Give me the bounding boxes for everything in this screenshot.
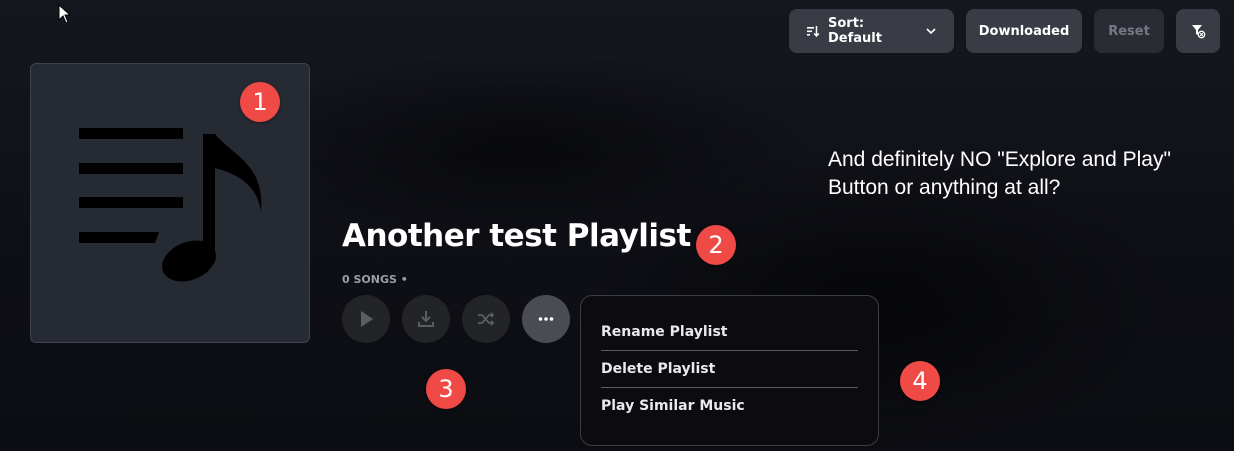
mouse-cursor-icon — [58, 4, 72, 24]
more-horizontal-icon — [538, 317, 554, 321]
playlist-song-count: 0 SONGS • — [342, 273, 408, 286]
downloaded-button[interactable]: Downloaded — [966, 9, 1082, 53]
reset-button[interactable]: Reset — [1094, 9, 1164, 53]
play-button[interactable] — [342, 295, 390, 343]
menu-item-rename-playlist[interactable]: Rename Playlist — [601, 314, 858, 351]
chevron-down-icon — [925, 25, 937, 37]
annotation-note: And definitely NO "Explore and Play" But… — [828, 148, 1171, 199]
filter-reset-icon — [1190, 23, 1206, 39]
download-button[interactable] — [402, 295, 450, 343]
play-icon — [361, 311, 373, 327]
annotation-marker-1: 1 — [240, 82, 280, 122]
download-icon — [418, 311, 434, 327]
annotation-marker-4: 4 — [900, 361, 940, 401]
menu-item-delete-playlist[interactable]: Delete Playlist — [601, 351, 858, 388]
annotation-marker-2: 2 — [696, 225, 736, 265]
toolbar: Sort: Default Downloaded Reset — [789, 9, 1220, 53]
sort-label: Sort: Default — [828, 16, 882, 46]
annotation-marker-3: 3 — [426, 369, 466, 409]
sort-button[interactable]: Sort: Default — [789, 9, 954, 53]
sort-icon — [806, 24, 820, 38]
playlist-title: Another test Playlist — [342, 218, 691, 254]
more-options-menu: Rename Playlist Delete Playlist Play Sim… — [580, 295, 879, 446]
shuffle-button[interactable] — [462, 295, 510, 343]
shuffle-icon — [478, 312, 495, 326]
playlist-actions — [342, 295, 570, 343]
menu-item-play-similar-music[interactable]: Play Similar Music — [601, 388, 858, 425]
more-options-button[interactable] — [522, 295, 570, 343]
filter-reset-button[interactable] — [1176, 9, 1220, 53]
